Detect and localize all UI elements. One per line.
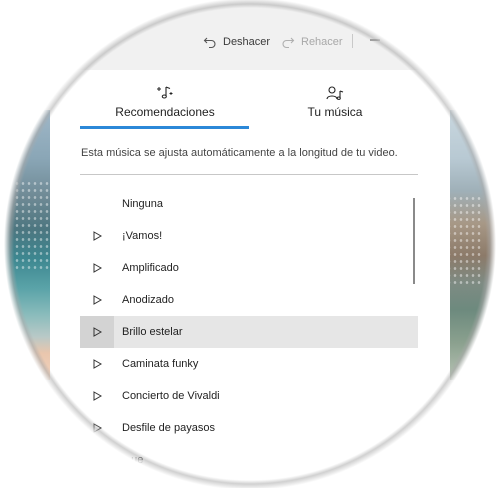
stage: Deshacer Rehacer Recomendaciones Tu músi… [0, 0, 500, 488]
track-label: ...ue [122, 454, 144, 466]
play-button[interactable] [80, 444, 114, 476]
track-label: Amplificado [122, 262, 179, 274]
user-music-icon [326, 86, 344, 100]
play-icon [93, 295, 102, 305]
track-label: Desfile de payasos [122, 422, 215, 434]
tab-recommendations-label: Recomendaciones [115, 105, 215, 119]
music-description: Esta música se ajusta automáticamente a … [81, 147, 398, 159]
undo-icon [203, 37, 216, 49]
list-item[interactable]: Anodizado [80, 284, 418, 316]
toolbar-more-indicator[interactable] [370, 39, 380, 41]
list-item[interactable]: Ninguna [80, 188, 418, 220]
description-divider [80, 174, 418, 175]
list-item[interactable]: Amplificado [80, 252, 418, 284]
play-icon [93, 327, 102, 337]
play-icon [93, 423, 102, 433]
list-scrollbar[interactable] [413, 198, 415, 284]
undo-label: Deshacer [223, 36, 271, 48]
play-button[interactable] [80, 284, 114, 316]
play-button[interactable] [80, 348, 114, 380]
play-button[interactable] [80, 252, 114, 284]
redo-icon [282, 37, 295, 49]
play-button[interactable] [80, 412, 114, 444]
list-item[interactable]: Concierto de Vivaldi [80, 380, 418, 412]
list-item[interactable]: ¡Vamos! [80, 220, 418, 252]
editor-toolbar: Deshacer Rehacer [0, 0, 500, 74]
list-item[interactable]: Caminata funky [80, 348, 418, 380]
sparkle-music-icon [157, 86, 173, 99]
play-icon [93, 455, 102, 465]
track-label: Anodizado [122, 294, 174, 306]
tab-recommendations[interactable]: Recomendaciones [80, 80, 250, 130]
play-icon [93, 359, 102, 369]
play-icon [93, 391, 102, 401]
list-item[interactable]: ...ue [80, 444, 418, 476]
track-label: Caminata funky [122, 358, 199, 370]
track-label: Concierto de Vivaldi [122, 390, 220, 402]
toolbar-divider [352, 34, 353, 48]
redo-button[interactable]: Rehacer [281, 31, 343, 53]
track-label: Brillo estelar [122, 326, 183, 338]
track-label: ¡Vamos! [122, 230, 163, 242]
redo-label: Rehacer [301, 36, 343, 48]
selected-tab-indicator [80, 126, 249, 129]
play-cell [80, 188, 114, 220]
play-button[interactable] [80, 380, 114, 412]
play-icon [93, 263, 102, 273]
play-icon [93, 231, 102, 241]
play-button[interactable] [80, 316, 114, 348]
undo-button[interactable]: Deshacer [203, 31, 270, 53]
background-music-panel: Recomendaciones Tu música Esta música se… [50, 70, 450, 488]
tab-your-music-label: Tu música [307, 105, 363, 119]
track-label: Ninguna [122, 198, 163, 210]
play-button[interactable] [80, 220, 114, 252]
music-tabs: Recomendaciones Tu música [50, 70, 450, 132]
list-item[interactable]: Desfile de payasos [80, 412, 418, 444]
list-item-selected[interactable]: Brillo estelar [80, 316, 418, 348]
tab-your-music[interactable]: Tu música [250, 80, 420, 130]
music-track-list: Ninguna ¡Vamos! Amplificado Anodizado Br… [80, 188, 418, 488]
